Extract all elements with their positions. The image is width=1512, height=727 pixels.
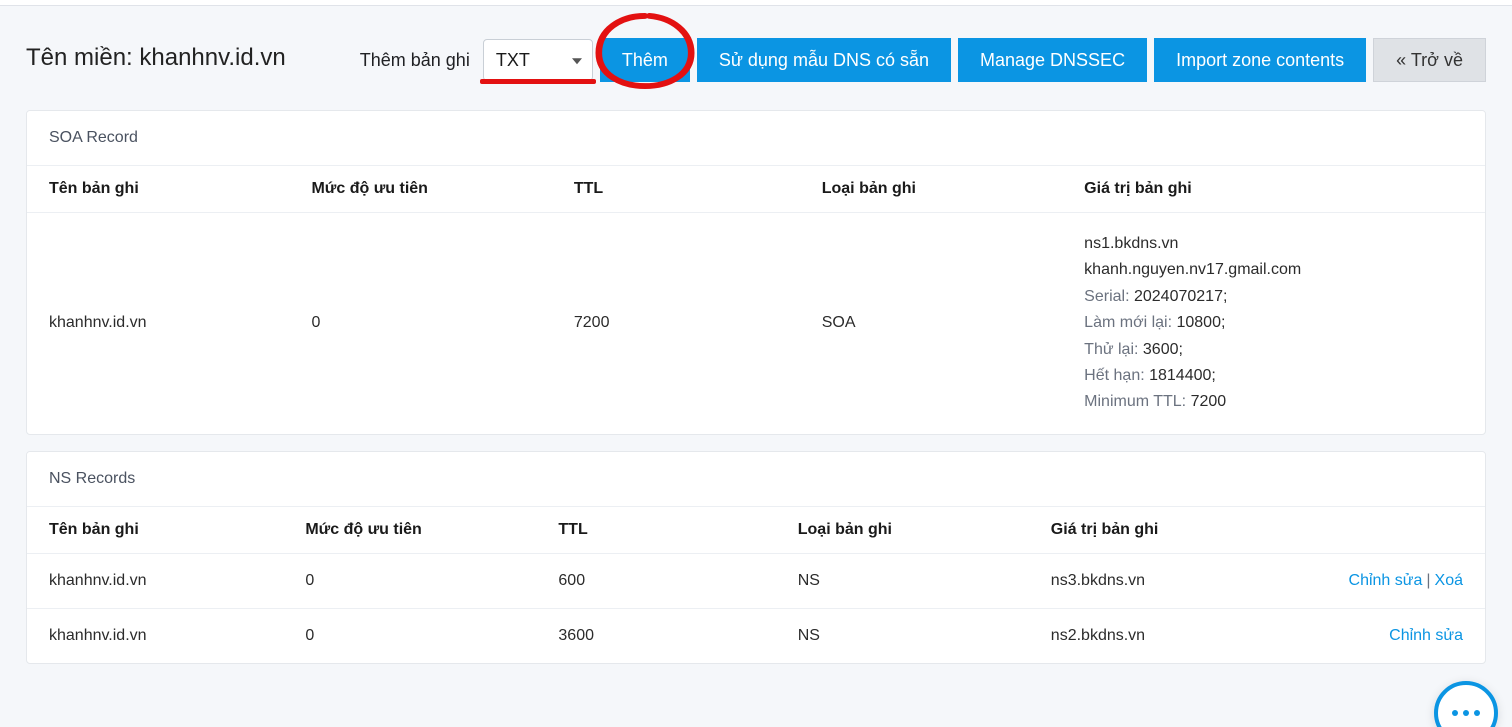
ns-priority: 0 (283, 608, 536, 663)
soa-expire: Hết hạn: 1814400; (1084, 363, 1346, 389)
ns-panel: NS Records Tên bản ghi Mức độ ưu tiên TT… (26, 451, 1486, 664)
soa-serial-label: Serial: (1084, 288, 1129, 305)
soa-ttl: 7200 (552, 213, 800, 434)
soa-expire-value: 1814400; (1149, 367, 1216, 384)
record-type-select[interactable]: TXT (484, 40, 592, 80)
soa-retry-value: 3600; (1143, 341, 1183, 358)
domain-title-label: Tên miền: (26, 44, 133, 71)
soa-nameserver: ns1.bkdns.vn (1084, 231, 1346, 257)
soa-actions (1368, 213, 1485, 434)
ns-ttl: 600 (536, 553, 775, 608)
soa-row: khanhnv.id.vn 0 7200 SOA ns1.bkdns.vn kh… (27, 213, 1485, 434)
th-ttl: TTL (536, 506, 775, 553)
ns-row: khanhnv.id.vn 0 600 NS ns3.bkdns.vn Chỉn… (27, 553, 1485, 608)
content-area: Tên miền: khanhnv.id.vn Thêm bản ghi TXT… (0, 6, 1512, 664)
ns-ttl: 3600 (536, 608, 775, 663)
soa-priority: 0 (289, 213, 551, 434)
manage-dnssec-button[interactable]: Manage DNSSEC (958, 38, 1147, 82)
th-type: Loại bản ghi (776, 506, 1029, 553)
soa-type: SOA (800, 213, 1062, 434)
soa-retry: Thử lại: 3600; (1084, 337, 1346, 363)
soa-minttl-value: 7200 (1191, 393, 1227, 410)
ns-type: NS (776, 608, 1029, 663)
th-actions (1326, 506, 1485, 553)
th-ttl: TTL (552, 166, 800, 213)
th-name: Tên bản ghi (27, 166, 289, 213)
th-actions (1368, 166, 1485, 213)
soa-refresh-value: 10800; (1176, 314, 1225, 331)
th-priority: Mức độ ưu tiên (283, 506, 536, 553)
ns-name: khanhnv.id.vn (27, 608, 283, 663)
ns-actions: Chỉnh sửa| Xoá (1326, 553, 1485, 608)
soa-name: khanhnv.id.vn (27, 213, 289, 434)
soa-serial-value: 2024070217; (1134, 288, 1227, 305)
header-row: Tên miền: khanhnv.id.vn Thêm bản ghi TXT… (0, 6, 1512, 82)
domain-title-value: khanhnv.id.vn (139, 44, 285, 71)
action-separator: | (1426, 572, 1430, 589)
soa-panel: SOA Record Tên bản ghi Mức độ ưu tiên TT… (26, 110, 1486, 435)
record-type-select-wrap: TXT (483, 39, 593, 81)
add-button-wrap: Thêm (600, 38, 690, 82)
ns-value: ns3.bkdns.vn (1029, 553, 1327, 608)
th-name: Tên bản ghi (27, 506, 283, 553)
chat-dots-icon (1452, 710, 1480, 716)
soa-table: Tên bản ghi Mức độ ưu tiên TTL Loại bản … (27, 165, 1485, 434)
edit-link[interactable]: Chỉnh sửa (1389, 627, 1463, 644)
page-title: Tên miền: khanhnv.id.vn (26, 44, 286, 72)
chat-bubble-button[interactable] (1434, 681, 1498, 727)
th-priority: Mức độ ưu tiên (289, 166, 551, 213)
soa-serial: Serial: 2024070217; (1084, 284, 1346, 310)
th-value: Giá trị bản ghi (1029, 506, 1327, 553)
soa-panel-title: SOA Record (27, 111, 1485, 165)
annotation-underline (480, 79, 596, 84)
ns-priority: 0 (283, 553, 536, 608)
use-template-button[interactable]: Sử dụng mẫu DNS có sẵn (697, 38, 951, 82)
add-button[interactable]: Thêm (600, 38, 690, 82)
ns-name: khanhnv.id.vn (27, 553, 283, 608)
soa-expire-label: Hết hạn: (1084, 367, 1144, 384)
delete-link[interactable]: Xoá (1435, 572, 1463, 589)
edit-link[interactable]: Chỉnh sửa (1349, 572, 1423, 589)
ns-value: ns2.bkdns.vn (1029, 608, 1327, 663)
soa-email: khanh.nguyen.nv17.gmail.com (1084, 257, 1346, 283)
ns-table: Tên bản ghi Mức độ ưu tiên TTL Loại bản … (27, 506, 1485, 663)
add-record-label: Thêm bản ghi (360, 50, 470, 71)
header-controls: Thêm bản ghi TXT Thêm Sử dụng mẫu DNS có… (360, 34, 1486, 82)
soa-refresh-label: Làm mới lại: (1084, 314, 1172, 331)
soa-header-row: Tên bản ghi Mức độ ưu tiên TTL Loại bản … (27, 166, 1485, 213)
ns-actions: Chỉnh sửa (1326, 608, 1485, 663)
th-value: Giá trị bản ghi (1062, 166, 1368, 213)
ns-panel-title: NS Records (27, 452, 1485, 506)
soa-refresh: Làm mới lại: 10800; (1084, 310, 1346, 336)
soa-retry-label: Thử lại: (1084, 341, 1138, 358)
th-type: Loại bản ghi (800, 166, 1062, 213)
back-button[interactable]: « Trở về (1373, 38, 1486, 82)
ns-header-row: Tên bản ghi Mức độ ưu tiên TTL Loại bản … (27, 506, 1485, 553)
soa-minttl: Minimum TTL: 7200 (1084, 389, 1346, 415)
soa-minttl-label: Minimum TTL: (1084, 393, 1186, 410)
ns-row: khanhnv.id.vn 0 3600 NS ns2.bkdns.vn Chỉ… (27, 608, 1485, 663)
soa-value: ns1.bkdns.vn khanh.nguyen.nv17.gmail.com… (1062, 213, 1368, 434)
ns-type: NS (776, 553, 1029, 608)
import-zone-button[interactable]: Import zone contents (1154, 38, 1366, 82)
